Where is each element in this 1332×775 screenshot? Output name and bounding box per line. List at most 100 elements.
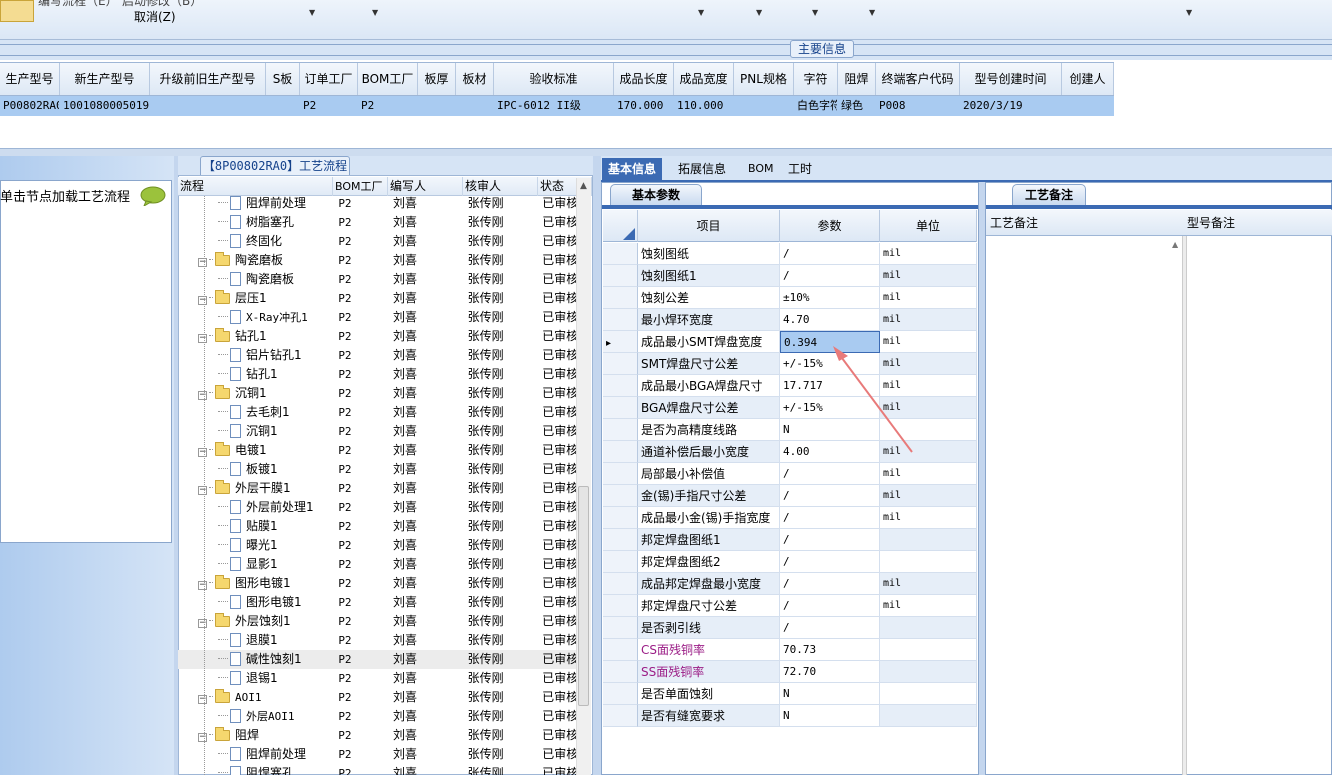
tree-node[interactable]: 碱性蚀刻1 (178, 650, 332, 669)
col-header[interactable]: 板厚 (418, 63, 456, 95)
grid-cell[interactable]: 170.000 (614, 96, 674, 116)
grid-cell[interactable] (150, 96, 266, 116)
col-header[interactable]: 创建人 (1062, 63, 1114, 95)
grid-cell[interactable]: P008 (876, 96, 960, 116)
col-header-param[interactable]: 参数 (780, 210, 880, 242)
horizontal-splitter[interactable] (0, 148, 1332, 156)
row-header[interactable] (603, 441, 638, 463)
col-header-unit[interactable]: 单位 (880, 210, 977, 242)
row-header[interactable] (603, 529, 638, 551)
grid-cell[interactable] (266, 96, 300, 116)
tree-node[interactable]: 外层AOI1 (178, 707, 332, 726)
tab-basic-info[interactable]: 基本信息 (602, 158, 663, 180)
grid-cell[interactable]: 110.000 (674, 96, 734, 116)
param-value[interactable]: / (780, 573, 880, 595)
param-value[interactable]: / (780, 243, 880, 265)
scroll-up-icon[interactable]: ▲ (580, 181, 587, 191)
param-value[interactable]: 72.70 (780, 661, 880, 683)
remarks-scrollbar[interactable] (1182, 236, 1187, 775)
tree-row[interactable]: 碱性蚀刻1 P2 刘喜 张传刚 已审核 (178, 650, 576, 669)
chevron-down-icon[interactable]: ▼ (372, 8, 378, 17)
collapse-icon[interactable]: − (198, 296, 207, 305)
param-row[interactable]: 是否有缝宽要求 N (603, 705, 977, 727)
param-row[interactable]: 邦定焊盘图纸1/ (603, 529, 977, 551)
param-row[interactable]: 是否剥引线 / (603, 617, 977, 639)
col-header-item[interactable]: 项目 (638, 210, 780, 242)
row-header[interactable]: ▸ (603, 331, 638, 353)
collapse-icon[interactable]: − (198, 581, 207, 590)
tree-node[interactable]: 陶瓷磨板 (178, 270, 332, 289)
chevron-down-icon[interactable]: ▼ (309, 8, 315, 17)
col-header[interactable]: 板材 (456, 63, 494, 95)
tree-node[interactable]: 去毛刺1 (178, 403, 332, 422)
chevron-down-icon[interactable]: ▼ (756, 8, 762, 17)
col-header[interactable]: 成品长度 (614, 63, 674, 95)
tree-node[interactable]: − 外层蚀刻1 (178, 612, 332, 631)
param-row[interactable]: 成品邦定焊盘最小宽度 / mil (603, 573, 977, 595)
tree-node[interactable]: 钻孔1 (178, 365, 332, 384)
vertical-splitter[interactable] (593, 156, 601, 775)
param-value[interactable]: / (780, 529, 880, 551)
col-header-process-remark[interactable]: 工艺备注 (990, 214, 1038, 231)
tab-bom[interactable]: BOM (742, 158, 780, 180)
grid-cell[interactable]: P2 (358, 96, 418, 116)
col-header[interactable]: 阻焊 (838, 63, 876, 95)
tree-row[interactable]: 去毛刺1 P2 刘喜 张传刚 已审核 (178, 403, 576, 422)
tree-node[interactable]: − 层压1 (178, 289, 332, 308)
tree-row[interactable]: 阻焊前处理 P2 刘喜 张传刚 已审核 (178, 194, 576, 213)
collapse-icon[interactable]: − (198, 695, 207, 704)
tree-node[interactable]: − 钻孔1 (178, 327, 332, 346)
tree-node[interactable]: 板镀1 (178, 460, 332, 479)
param-row[interactable]: 蚀刻图纸1/mil (603, 265, 977, 287)
collapse-icon[interactable]: − (198, 619, 207, 628)
tree-row[interactable]: 钻孔1 P2 刘喜 张传刚 已审核 (178, 365, 576, 384)
collapse-icon[interactable]: − (198, 486, 207, 495)
tree-row[interactable]: 图形电镀1 P2 刘喜 张传刚 已审核 (178, 593, 576, 612)
param-row[interactable]: 蚀刻图纸 / mil (603, 243, 977, 265)
tree-row[interactable]: 树脂塞孔 P2 刘喜 张传刚 已审核 (178, 213, 576, 232)
tree-row[interactable]: 阻焊塞孔 P2 刘喜 张传刚 已审核 (178, 764, 576, 775)
tree-row[interactable]: − AOI1 P2 刘喜 张传刚 已审核 (178, 688, 576, 707)
ribbon-item-edit-flow[interactable]: 编写流程（E） (38, 0, 118, 9)
col-header[interactable]: S板 (266, 63, 300, 95)
col-header[interactable]: 型号创建时间 (960, 63, 1062, 95)
tree-node[interactable]: − 陶瓷磨板 (178, 251, 332, 270)
tree-row[interactable]: − 外层蚀刻1 P2 刘喜 张传刚 已审核 (178, 612, 576, 631)
tree-row[interactable]: 退锡1 P2 刘喜 张传刚 已审核 (178, 669, 576, 688)
chevron-down-icon[interactable]: ▼ (869, 8, 875, 17)
row-header[interactable] (603, 353, 638, 375)
row-header[interactable] (603, 683, 638, 705)
param-value[interactable]: / (780, 595, 880, 617)
grid-cell[interactable]: 白色字符 (794, 96, 838, 116)
tree-row[interactable]: 阻焊前处理 P2 刘喜 张传刚 已审核 (178, 745, 576, 764)
col-header[interactable]: 生产型号 (0, 63, 60, 95)
tree-node[interactable]: X-Ray冲孔1 (178, 308, 332, 327)
tree-row[interactable]: − 外层干膜1 P2 刘喜 张传刚 已审核 (178, 479, 576, 498)
grid-cell[interactable]: 绿色 (838, 96, 876, 116)
tree-node[interactable]: − 图形电镀1 (178, 574, 332, 593)
row-header[interactable] (603, 661, 638, 683)
param-value[interactable]: / (780, 551, 880, 573)
tree-row[interactable]: 显影1 P2 刘喜 张传刚 已审核 (178, 555, 576, 574)
tree-node[interactable]: 显影1 (178, 555, 332, 574)
tree-row[interactable]: 曝光1 P2 刘喜 张传刚 已审核 (178, 536, 576, 555)
param-value[interactable]: / (780, 463, 880, 485)
grid-cell[interactable] (456, 96, 494, 116)
col-header[interactable]: 新生产型号 (60, 63, 150, 95)
row-header[interactable] (603, 463, 638, 485)
row-header[interactable] (603, 595, 638, 617)
col-header[interactable]: 升级前旧生产型号 (150, 63, 266, 95)
col-header[interactable]: 终端客户代码 (876, 63, 960, 95)
tree-node[interactable]: 沉铜1 (178, 422, 332, 441)
param-row[interactable]: BGA焊盘尺寸公差 +/-15% mil (603, 397, 977, 419)
tab-extended-info[interactable]: 拓展信息 (672, 158, 732, 180)
param-row[interactable]: 最小焊环宽度 4.70 mil (603, 309, 977, 331)
basic-params-tab[interactable]: 基本参数 (610, 184, 702, 206)
param-value[interactable]: 70.73 (780, 639, 880, 661)
row-header[interactable] (603, 485, 638, 507)
tree-row[interactable]: 终固化 P2 刘喜 张传刚 已审核 (178, 232, 576, 251)
row-header[interactable] (603, 639, 638, 661)
cancel-button[interactable]: 取消(Z) (134, 8, 176, 25)
row-header[interactable] (603, 309, 638, 331)
tree-row[interactable]: − 沉铜1 P2 刘喜 张传刚 已审核 (178, 384, 576, 403)
